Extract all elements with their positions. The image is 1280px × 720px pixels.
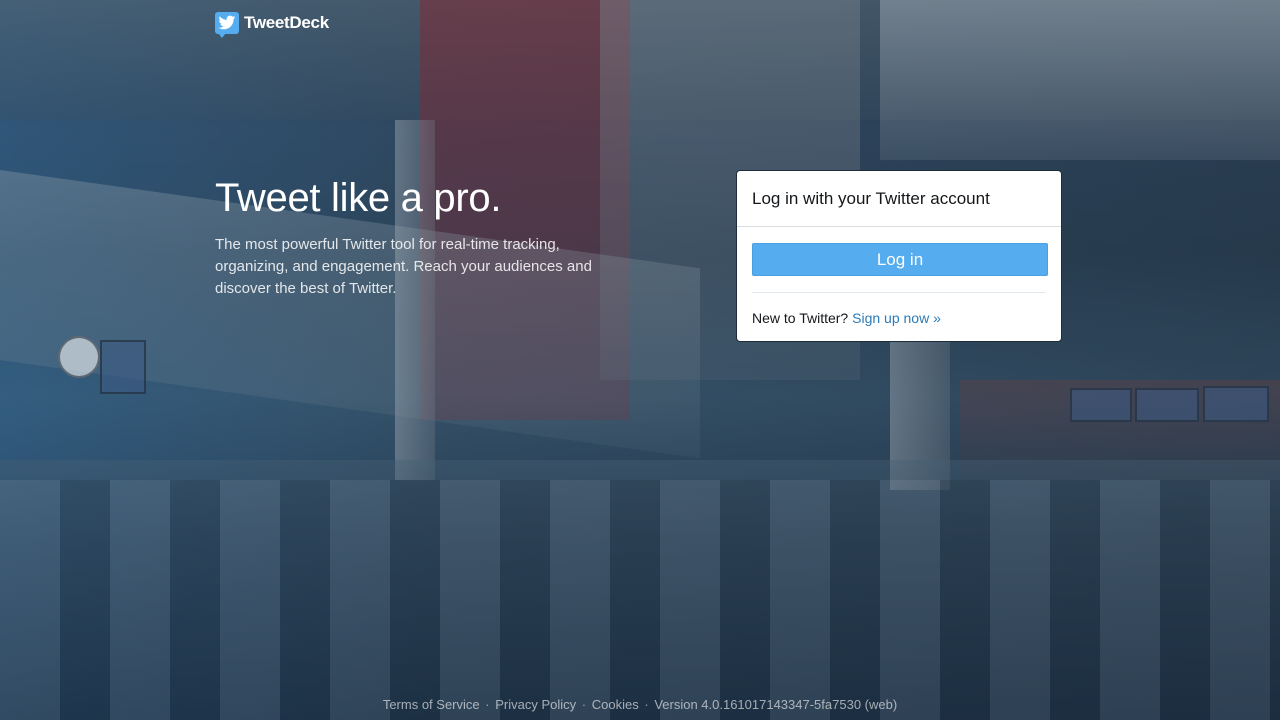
login-page: TweetDeck Tweet like a pro. The most pow… [0, 0, 1280, 720]
signup-row: New to Twitter? Sign up now » [752, 310, 1046, 326]
log-in-button[interactable]: Log in [752, 243, 1048, 276]
background-right-floor [960, 380, 1280, 480]
background-newsroom-floor [0, 460, 1280, 720]
footer: Terms of Service · Privacy Policy · Cook… [0, 697, 1280, 712]
background-screen [1070, 388, 1132, 422]
sign-up-link[interactable]: Sign up now » [852, 310, 941, 326]
footer-separator: · [581, 697, 587, 712]
footer-separator: · [644, 697, 649, 712]
login-card-heading: Log in with your Twitter account [737, 171, 1061, 227]
login-card-body: Log in New to Twitter? Sign up now » [737, 227, 1061, 326]
background-screen [1135, 388, 1199, 422]
hero-subtitle: The most powerful Twitter tool for real-… [215, 236, 592, 297]
twitter-bird-icon [215, 12, 239, 38]
background-clock [58, 336, 100, 378]
background-ceiling [0, 0, 1280, 120]
divider [752, 292, 1046, 293]
hero-title: Tweet like a pro. [215, 176, 502, 220]
background-screen [100, 340, 146, 394]
cookies-link[interactable]: Cookies [592, 697, 639, 712]
signup-prompt: New to Twitter? [752, 310, 849, 326]
privacy-policy-link[interactable]: Privacy Policy [495, 697, 576, 712]
background-screen [1203, 386, 1269, 422]
background-desks [0, 480, 1280, 720]
version-text: Version 4.0.161017143347-5fa7530 (web) [654, 697, 898, 712]
login-card: Log in with your Twitter account Log in … [736, 170, 1062, 342]
tweetdeck-logo[interactable]: TweetDeck [215, 11, 329, 38]
background-pillar [890, 340, 950, 490]
logo-text: TweetDeck [244, 13, 329, 32]
hero: Tweet like a pro. The most powerful Twit… [215, 174, 615, 300]
footer-separator: · [485, 697, 490, 712]
background-right-ceiling [880, 0, 1280, 160]
terms-of-service-link[interactable]: Terms of Service [383, 697, 480, 712]
